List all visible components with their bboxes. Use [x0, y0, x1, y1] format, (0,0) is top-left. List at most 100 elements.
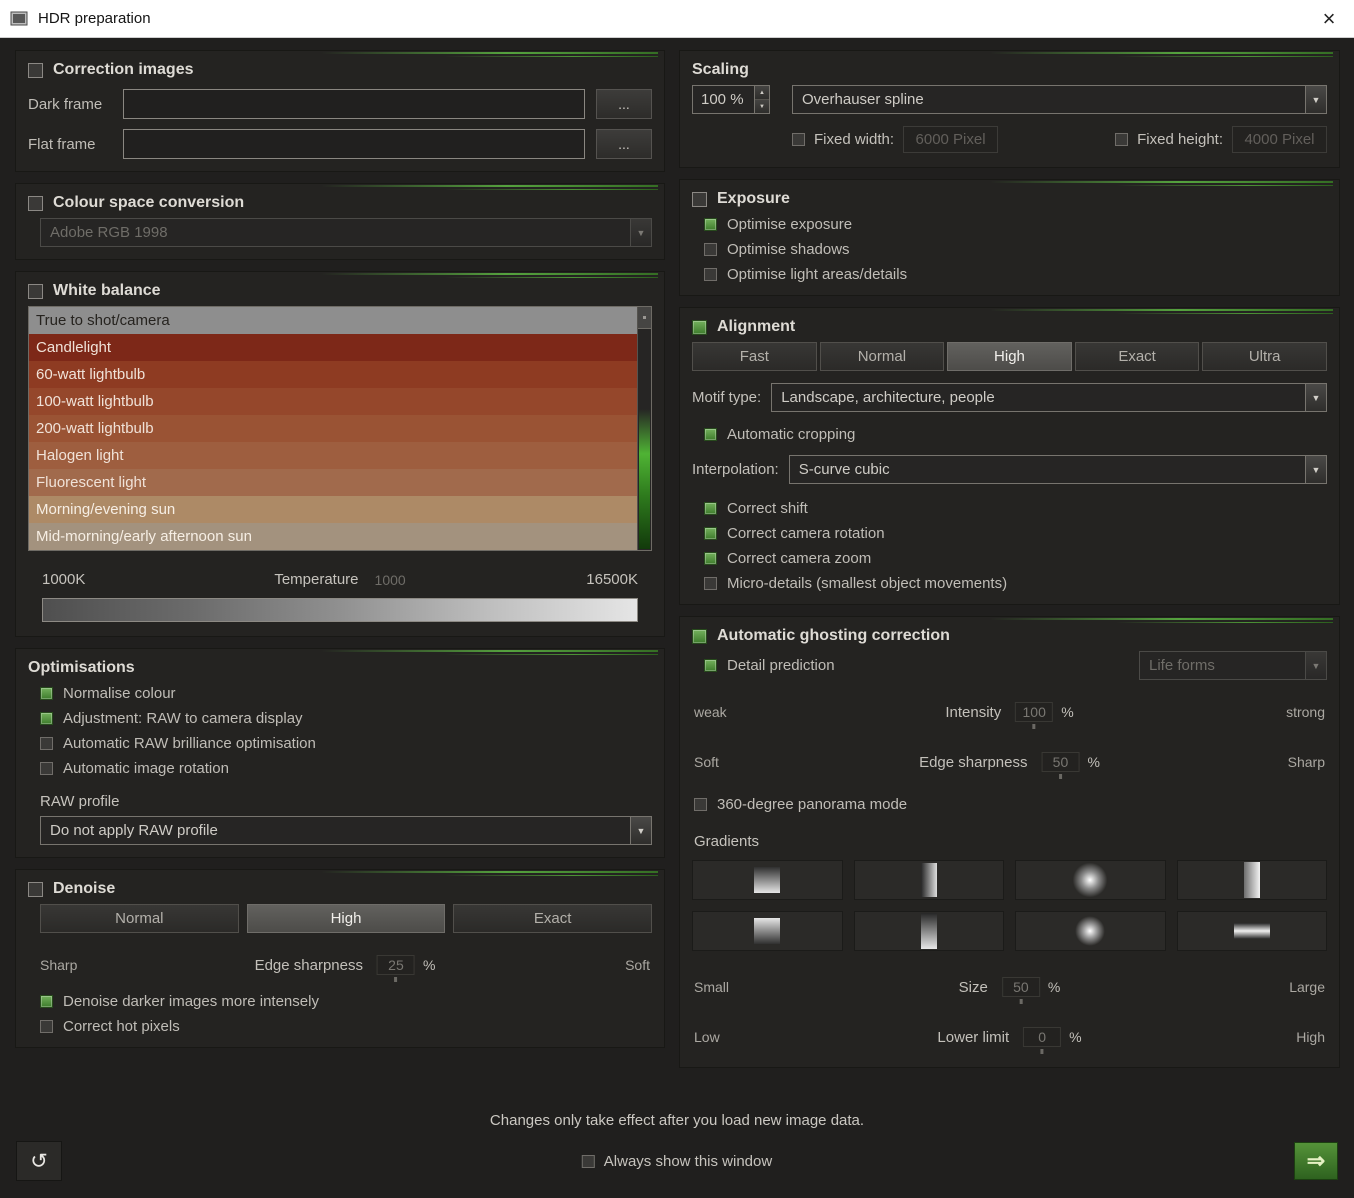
always-show-checkbox[interactable]: [582, 1155, 595, 1168]
hdr-preparation-window: HDR preparation × Correction images Dark…: [0, 0, 1354, 1198]
intensity-slider[interactable]: weak Intensity 100 % strong: [694, 700, 1325, 724]
temperature-value[interactable]: 1000: [375, 572, 406, 588]
size-slider[interactable]: Small Size 50 % Large: [694, 975, 1325, 999]
gradient-option-3[interactable]: [1015, 860, 1166, 900]
interpolation-label: Interpolation:: [692, 461, 779, 478]
raw-brilliance-label: Automatic RAW brilliance optimisation: [63, 735, 316, 752]
flat-frame-browse-button[interactable]: ...: [596, 129, 652, 159]
gradient-option-8[interactable]: [1177, 911, 1328, 951]
optimise-exposure-checkbox[interactable]: [704, 218, 717, 231]
alignment-mode-exact-button[interactable]: Exact: [1075, 342, 1200, 371]
white-balance-checkbox[interactable]: [28, 284, 43, 299]
optimise-shadows-checkbox[interactable]: [704, 243, 717, 256]
alignment-mode-high-button[interactable]: High: [947, 342, 1072, 371]
wb-item-halogen[interactable]: Halogen light: [29, 442, 637, 469]
slider-unit: %: [423, 957, 435, 973]
spin-up-icon[interactable]: ▲: [755, 86, 769, 100]
correct-camera-zoom-checkbox[interactable]: [704, 552, 717, 565]
gradient-option-4[interactable]: [1177, 860, 1328, 900]
undo-button[interactable]: ↺: [16, 1141, 62, 1181]
slider-label: Edge sharpness: [919, 754, 1027, 771]
colour-space-select[interactable]: Adobe RGB 1998 ▼: [40, 218, 652, 247]
exposure-checkbox[interactable]: [692, 192, 707, 207]
raw-to-camera-checkbox[interactable]: [40, 712, 53, 725]
wb-item-candlelight[interactable]: Candlelight: [29, 334, 637, 361]
wb-item-100-watt[interactable]: 100-watt lightbulb: [29, 388, 637, 415]
correct-camera-rotation-checkbox[interactable]: [704, 527, 717, 540]
gradient-option-5[interactable]: [692, 911, 843, 951]
slider-label: Edge sharpness: [255, 957, 363, 974]
motif-type-select[interactable]: Landscape, architecture, people ▼: [771, 383, 1327, 412]
denoise-edge-sharpness-slider[interactable]: Sharp Edge sharpness 25 % Soft: [40, 953, 650, 977]
colour-space-checkbox[interactable]: [28, 196, 43, 211]
slider-value[interactable]: 100: [1015, 702, 1053, 722]
denoise-darker-checkbox[interactable]: [40, 995, 53, 1008]
normalise-colour-checkbox[interactable]: [40, 687, 53, 700]
wb-item-60-watt[interactable]: 60-watt lightbulb: [29, 361, 637, 388]
gradient-shape-square-fade-down: [754, 867, 780, 893]
option-row: Automatic RAW brilliance optimisation: [40, 735, 652, 752]
fixed-width-input[interactable]: 6000 Pixel: [903, 126, 998, 153]
gradient-option-1[interactable]: [692, 860, 843, 900]
slider-value[interactable]: 0: [1023, 1027, 1061, 1047]
wb-item-200-watt[interactable]: 200-watt lightbulb: [29, 415, 637, 442]
gradient-option-2[interactable]: [854, 860, 1005, 900]
slider-value[interactable]: 50: [1002, 977, 1040, 997]
panorama-mode-checkbox[interactable]: [694, 798, 707, 811]
dark-frame-label: Dark frame: [28, 96, 112, 113]
interpolation-select[interactable]: S-curve cubic ▼: [789, 455, 1327, 484]
correction-images-checkbox[interactable]: [28, 63, 43, 78]
gradient-option-7[interactable]: [1015, 911, 1166, 951]
lower-limit-slider[interactable]: Low Lower limit 0 % High: [694, 1025, 1325, 1049]
fixed-width-checkbox[interactable]: [792, 133, 805, 146]
raw-to-camera-label: Adjustment: RAW to camera display: [63, 710, 303, 727]
slider-value[interactable]: 25: [377, 955, 415, 975]
slider-left-label: Low: [694, 1029, 720, 1045]
temperature-label: Temperature: [274, 571, 358, 588]
micro-details-checkbox[interactable]: [704, 577, 717, 590]
scale-percent-spinner[interactable]: 100 % ▲▼: [692, 85, 770, 114]
wb-item-mid-morning-sun[interactable]: Mid-morning/early afternoon sun: [29, 523, 637, 550]
proceed-button[interactable]: ⇒: [1294, 1142, 1338, 1180]
denoise-checkbox[interactable]: [28, 882, 43, 897]
fixed-height-input[interactable]: 4000 Pixel: [1232, 126, 1327, 153]
alignment-mode-ultra-button[interactable]: Ultra: [1202, 342, 1327, 371]
dark-frame-input[interactable]: [123, 89, 585, 119]
raw-profile-select[interactable]: Do not apply RAW profile ▼: [40, 816, 652, 845]
denoise-mode-exact-button[interactable]: Exact: [453, 904, 652, 933]
denoise-mode-normal-button[interactable]: Normal: [40, 904, 239, 933]
correct-shift-checkbox[interactable]: [704, 502, 717, 515]
gradient-option-6[interactable]: [854, 911, 1005, 951]
scaling-method-select[interactable]: Overhauser spline ▼: [792, 85, 1327, 114]
slider-left-label: Sharp: [40, 957, 77, 973]
option-row: 360-degree panorama mode: [694, 796, 1327, 813]
optimise-light-areas-checkbox[interactable]: [704, 268, 717, 281]
close-button[interactable]: ×: [1312, 2, 1346, 36]
scrollbar-thumb[interactable]: [638, 307, 651, 329]
wb-item-true-to-shot[interactable]: True to shot/camera: [29, 307, 637, 334]
ghosting-correction-checkbox[interactable]: [692, 629, 707, 644]
automatic-cropping-checkbox[interactable]: [704, 428, 717, 441]
raw-brilliance-checkbox[interactable]: [40, 737, 53, 750]
alignment-checkbox[interactable]: [692, 320, 707, 335]
ghosting-edge-sharpness-slider[interactable]: Soft Edge sharpness 50 % Sharp: [694, 750, 1325, 774]
flat-frame-input[interactable]: [123, 129, 585, 159]
wb-item-morning-evening-sun[interactable]: Morning/evening sun: [29, 496, 637, 523]
white-balance-rows: True to shot/camera Candlelight 60-watt …: [29, 307, 637, 550]
detail-prediction-checkbox[interactable]: [704, 659, 717, 672]
spin-down-icon[interactable]: ▼: [755, 100, 769, 113]
temperature-gradient-slider[interactable]: [42, 598, 638, 622]
detail-mode-select[interactable]: Life forms ▼: [1139, 651, 1327, 680]
wb-item-fluorescent[interactable]: Fluorescent light: [29, 469, 637, 496]
slider-right-label: Large: [1289, 979, 1325, 995]
hot-pixels-checkbox[interactable]: [40, 1020, 53, 1033]
white-balance-scrollbar[interactable]: [637, 307, 651, 550]
image-rotation-checkbox[interactable]: [40, 762, 53, 775]
slider-value[interactable]: 50: [1041, 752, 1079, 772]
dark-frame-browse-button[interactable]: ...: [596, 89, 652, 119]
denoise-mode-high-button[interactable]: High: [247, 904, 446, 933]
fixed-height-checkbox[interactable]: [1115, 133, 1128, 146]
alignment-mode-normal-button[interactable]: Normal: [820, 342, 945, 371]
spinner-arrows[interactable]: ▲▼: [754, 86, 769, 113]
alignment-mode-fast-button[interactable]: Fast: [692, 342, 817, 371]
